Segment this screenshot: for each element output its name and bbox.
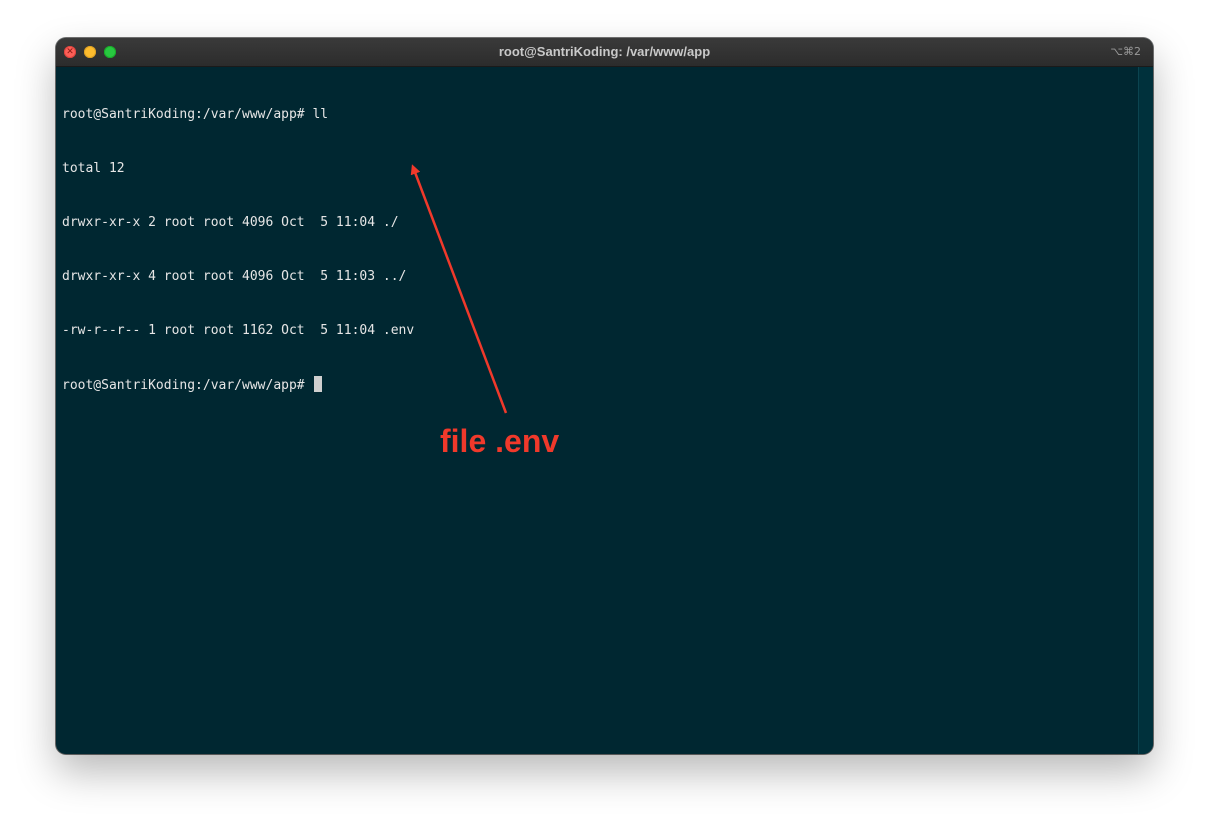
terminal-output[interactable]: root@SantriKoding:/var/www/app# ll total… xyxy=(62,70,1132,750)
terminal-line: drwxr-xr-x 4 root root 4096 Oct 5 11:03 … xyxy=(62,269,407,284)
title-bar[interactable]: ✕ root@SantriKoding: /var/www/app ⌥⌘2 xyxy=(56,38,1153,67)
terminal-line: root@SantriKoding:/var/www/app# ll xyxy=(62,107,329,122)
annotation-label: file .env xyxy=(440,423,560,459)
terminal-prompt: root@SantriKoding:/var/www/app# xyxy=(62,378,313,393)
terminal-window: ✕ root@SantriKoding: /var/www/app ⌥⌘2 ro… xyxy=(56,38,1153,754)
terminal-line: -rw-r--r-- 1 root root 1162 Oct 5 11:04 … xyxy=(62,323,415,338)
text-cursor xyxy=(314,376,323,392)
scrollbar-track[interactable] xyxy=(1138,67,1153,754)
terminal-line: drwxr-xr-x 2 root root 4096 Oct 5 11:04 … xyxy=(62,215,399,230)
window-shortcut: ⌥⌘2 xyxy=(1110,45,1141,58)
terminal-prompt-line[interactable]: root@SantriKoding:/var/www/app# xyxy=(62,376,1132,394)
terminal-line: total 12 xyxy=(62,161,125,176)
window-title: root@SantriKoding: /var/www/app xyxy=(498,44,711,59)
